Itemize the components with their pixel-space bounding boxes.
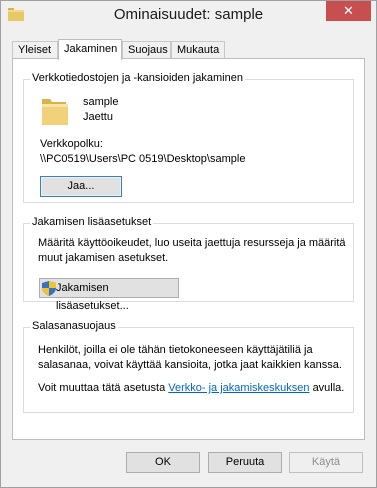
- network-sharing-group: Verkkotiedostojen ja -kansioiden jakamin…: [23, 72, 354, 203]
- advanced-sharing-group: Jakamisen lisäasetukset Määritä käyttöoi…: [23, 216, 354, 312]
- cancel-button[interactable]: Peruuta: [208, 452, 282, 473]
- tab-general[interactable]: Yleiset: [12, 41, 58, 58]
- group-title: Salasanasuojaus: [30, 320, 118, 332]
- group-title: Jakamisen lisäasetukset: [30, 216, 154, 228]
- password-description-line2: salasanaa, voivat käyttää kansioita, jot…: [38, 359, 342, 371]
- advanced-description-line1: Määritä käyttöoikeudet, luo useita jaett…: [38, 237, 346, 249]
- change-setting-text: Voit muuttaa tätä asetusta Verkko- ja ja…: [38, 382, 344, 394]
- tab-sharing[interactable]: Jakaminen: [58, 39, 122, 60]
- advanced-description-line2: muut jakamisen asetukset.: [38, 252, 169, 264]
- folder-status: Jaettu: [83, 111, 113, 123]
- dialog-button-bar: OK Peruuta Käytä: [0, 440, 377, 488]
- password-description-line1: Henkilöt, joilla ei ole tähän tietokonee…: [38, 344, 313, 356]
- tab-security[interactable]: Suojaus: [122, 41, 171, 58]
- uac-shield-icon: [42, 281, 56, 296]
- window-title: Ominaisuudet: sample: [113, 6, 264, 23]
- ok-button[interactable]: OK: [126, 452, 200, 473]
- folder-name: sample: [83, 96, 119, 108]
- change-prefix: Voit muuttaa tätä asetusta: [38, 382, 166, 394]
- folder-icon: [42, 99, 68, 125]
- tab-panel: Verkkotiedostojen ja -kansioiden jakamin…: [12, 58, 365, 440]
- network-path-label: Verkkopolku:: [40, 138, 103, 150]
- title-bar: Ominaisuudet: sample ✕: [0, 0, 377, 30]
- network-path-value: \\PC0519\Users\PC 0519\Desktop\sample: [40, 153, 246, 165]
- share-button[interactable]: Jaa...: [40, 176, 122, 197]
- tab-customize[interactable]: Mukauta: [171, 41, 225, 58]
- advanced-sharing-button[interactable]: Jakamisen lisäasetukset...: [39, 278, 179, 312]
- group-title: Verkkotiedostojen ja -kansioiden jakamin…: [30, 72, 245, 84]
- change-suffix: avulla.: [312, 382, 345, 394]
- close-button[interactable]: ✕: [326, 1, 371, 21]
- apply-button[interactable]: Käytä: [289, 452, 363, 473]
- network-sharing-center-link[interactable]: Verkko- ja jakamiskeskuksen: [168, 382, 309, 394]
- advanced-sharing-button-label: Jakamisen lisäasetukset...: [56, 282, 129, 312]
- password-protection-group: Salasanasuojaus Henkilöt, joilla ei ole …: [23, 320, 354, 413]
